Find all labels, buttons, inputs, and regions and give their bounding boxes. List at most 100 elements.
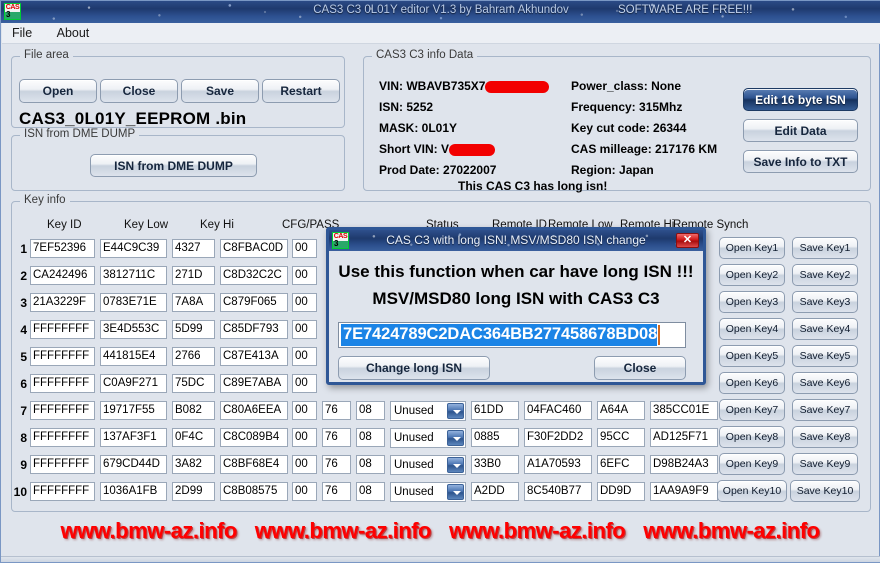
key-hi-field[interactable]: 75DC — [172, 374, 215, 393]
save-key-button[interactable]: Save Key5 — [792, 345, 858, 367]
menu-item-about[interactable]: About — [47, 23, 100, 43]
cfg-field[interactable]: C879F065 — [220, 293, 288, 312]
status-byte1-field[interactable]: 76 — [322, 482, 351, 501]
key-low-field[interactable]: 3E4D553C — [100, 320, 167, 339]
key-hi-field[interactable]: 0F4C — [172, 428, 215, 447]
status-byte1-field[interactable]: 76 — [322, 455, 351, 474]
remote-id-field[interactable]: 33B0 — [471, 455, 519, 474]
key-hi-field[interactable]: 4327 — [172, 239, 215, 258]
key-id-field[interactable]: FFFFFFFF — [30, 320, 95, 339]
key-id-field[interactable]: FFFFFFFF — [30, 428, 95, 447]
cfg-field[interactable]: C85DF793 — [220, 320, 288, 339]
remote-synch-field[interactable]: D98B24A3 — [650, 455, 718, 474]
cfg-field[interactable]: C8D32C2C — [220, 266, 288, 285]
dialog-close-button[interactable]: Close — [594, 356, 686, 380]
pass-field[interactable]: 00 — [292, 320, 317, 339]
key-hi-field[interactable]: 7A8A — [172, 293, 215, 312]
status-byte2-field[interactable]: 08 — [356, 482, 385, 501]
save-key-button[interactable]: Save Key1 — [792, 237, 858, 259]
remote-low-field[interactable]: A1A70593 — [524, 455, 592, 474]
key-id-field[interactable]: 7EF52396 — [30, 239, 95, 258]
remote-id-field[interactable]: 61DD — [471, 401, 519, 420]
save-key-button[interactable]: Save Key7 — [792, 399, 858, 421]
save-key-button[interactable]: Save Key4 — [792, 318, 858, 340]
status-dropdown[interactable]: Unused — [390, 455, 466, 475]
key-hi-field[interactable]: B082 — [172, 401, 215, 420]
remote-synch-field[interactable]: 1AA9A9F9 — [650, 482, 718, 501]
save-info-to-txt-button[interactable]: Save Info to TXT — [743, 150, 858, 173]
pass-field[interactable]: 00 — [292, 266, 317, 285]
edit-16-byte-isn-button[interactable]: Edit 16 byte ISN — [743, 88, 858, 111]
remote-hi-field[interactable]: A64A — [597, 401, 645, 420]
pass-field[interactable]: 00 — [292, 428, 317, 447]
save-key-button[interactable]: Save Key3 — [792, 291, 858, 313]
chevron-down-icon[interactable] — [447, 484, 464, 500]
pass-field[interactable]: 00 — [292, 482, 317, 501]
key-hi-field[interactable]: 2D99 — [172, 482, 215, 501]
cfg-field[interactable]: C80A6EEA — [220, 401, 288, 420]
remote-low-field[interactable]: 8C540B77 — [524, 482, 592, 501]
open-key-button[interactable]: Open Key9 — [719, 453, 785, 475]
key-id-field[interactable]: FFFFFFFF — [30, 374, 95, 393]
status-byte2-field[interactable]: 08 — [356, 401, 385, 420]
open-key-button[interactable]: Open Key6 — [719, 372, 785, 394]
chevron-down-icon[interactable] — [447, 403, 464, 419]
close-button[interactable]: Close — [100, 79, 178, 103]
status-byte1-field[interactable]: 76 — [322, 401, 351, 420]
open-key-button[interactable]: Open Key1 — [719, 237, 785, 259]
status-dropdown[interactable]: Unused — [390, 428, 466, 448]
change-long-isn-button[interactable]: Change long ISN — [338, 356, 490, 380]
pass-field[interactable]: 00 — [292, 239, 317, 258]
save-key-button[interactable]: Save Key9 — [792, 453, 858, 475]
open-key-button[interactable]: Open Key10 — [717, 480, 787, 502]
key-id-field[interactable]: FFFFFFFF — [30, 455, 95, 474]
key-low-field[interactable]: C0A9F271 — [100, 374, 167, 393]
key-id-field[interactable]: CA242496 — [30, 266, 95, 285]
save-button[interactable]: Save — [181, 79, 259, 103]
pass-field[interactable]: 00 — [292, 347, 317, 366]
key-hi-field[interactable]: 3A82 — [172, 455, 215, 474]
status-byte2-field[interactable]: 08 — [356, 455, 385, 474]
key-hi-field[interactable]: 2766 — [172, 347, 215, 366]
edit-data-button[interactable]: Edit Data — [743, 119, 858, 142]
long-isn-input[interactable]: 7E7424789C2DAC364BB277458678BD08 — [338, 322, 686, 348]
status-byte1-field[interactable]: 76 — [322, 428, 351, 447]
open-key-button[interactable]: Open Key7 — [719, 399, 785, 421]
key-id-field[interactable]: FFFFFFFF — [30, 347, 95, 366]
chevron-down-icon[interactable] — [447, 430, 464, 446]
key-low-field[interactable]: 0783E71E — [100, 293, 167, 312]
save-key-button[interactable]: Save Key10 — [790, 480, 860, 502]
key-low-field[interactable]: 137AF3F1 — [100, 428, 167, 447]
open-key-button[interactable]: Open Key8 — [719, 426, 785, 448]
remote-low-field[interactable]: F30F2DD2 — [524, 428, 592, 447]
chevron-down-icon[interactable] — [447, 457, 464, 473]
cfg-field[interactable]: C8FBAC0D — [220, 239, 288, 258]
pass-field[interactable]: 00 — [292, 455, 317, 474]
remote-id-field[interactable]: A2DD — [471, 482, 519, 501]
key-low-field[interactable]: 19717F55 — [100, 401, 167, 420]
save-key-button[interactable]: Save Key2 — [792, 264, 858, 286]
key-hi-field[interactable]: 271D — [172, 266, 215, 285]
remote-id-field[interactable]: 0885 — [471, 428, 519, 447]
status-byte2-field[interactable]: 08 — [356, 428, 385, 447]
cfg-field[interactable]: C87E413A — [220, 347, 288, 366]
key-id-field[interactable]: FFFFFFFF — [30, 482, 95, 501]
pass-field[interactable]: 00 — [292, 374, 317, 393]
cfg-field[interactable]: C8BF68E4 — [220, 455, 288, 474]
remote-low-field[interactable]: 04FAC460 — [524, 401, 592, 420]
pass-field[interactable]: 00 — [292, 293, 317, 312]
cfg-field[interactable]: C8C089B4 — [220, 428, 288, 447]
menu-item-file[interactable]: File — [2, 23, 42, 43]
remote-hi-field[interactable]: 6EFC — [597, 455, 645, 474]
cfg-field[interactable]: C89E7ABA — [220, 374, 288, 393]
open-key-button[interactable]: Open Key5 — [719, 345, 785, 367]
pass-field[interactable]: 00 — [292, 401, 317, 420]
key-low-field[interactable]: 1036A1FB — [100, 482, 167, 501]
status-dropdown[interactable]: Unused — [390, 401, 466, 421]
key-id-field[interactable]: FFFFFFFF — [30, 401, 95, 420]
key-low-field[interactable]: 3812711C — [100, 266, 167, 285]
remote-hi-field[interactable]: 95CC — [597, 428, 645, 447]
status-dropdown[interactable]: Unused — [390, 482, 466, 502]
isn-from-dme-dump-button[interactable]: ISN from DME DUMP — [90, 154, 257, 177]
key-hi-field[interactable]: 5D99 — [172, 320, 215, 339]
